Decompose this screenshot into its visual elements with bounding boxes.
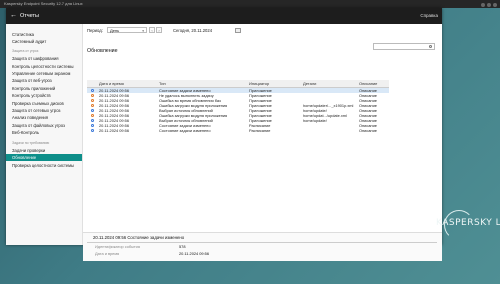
column-header-details[interactable]: Детали [303, 80, 316, 87]
info-status-icon [91, 119, 94, 122]
calendar-icon[interactable] [235, 28, 241, 33]
event-datetime-label: Дата и время [95, 251, 120, 256]
minimize-icon[interactable] [481, 3, 485, 7]
maximize-icon[interactable] [487, 3, 491, 7]
sidebar-item[interactable]: Контроль приложений [6, 85, 82, 92]
info-status-icon [91, 124, 94, 127]
table-header: Дата и время Тип Инициатор Детали Описан… [87, 80, 389, 88]
info-status-icon [91, 129, 94, 132]
report-content: Период: День ▾ ‹ › Сегодня, 20.11.2024 О… [83, 24, 442, 261]
chevron-right-icon: › [158, 28, 160, 33]
sidebar-item[interactable]: Контроль целостности системы [6, 63, 82, 70]
sidebar-section-header: Задачи по требованию [12, 140, 50, 145]
prev-period-button[interactable]: ‹ [149, 27, 155, 33]
sidebar-item[interactable]: Анализ поведения [6, 114, 82, 121]
sidebar-item[interactable]: Обновление [6, 154, 82, 162]
sidebar-item[interactable]: Проверка целостности системы [6, 162, 82, 169]
period-select[interactable]: День ▾ [107, 27, 147, 33]
column-header-type[interactable]: Тип [159, 80, 166, 87]
window-controls[interactable] [479, 2, 497, 10]
search-icon [429, 45, 432, 48]
app-header: ← Отчеты Справка [6, 8, 442, 24]
chevron-down-icon: ▾ [142, 29, 144, 33]
error-status-icon [91, 104, 94, 107]
period-value: День [110, 28, 120, 33]
cell-datetime: 20.11.2024 09:56 [99, 128, 129, 133]
event-id-label: Идентификатор события [95, 244, 140, 249]
column-header-datetime[interactable]: Дата и время [99, 80, 124, 87]
details-title: 20.11.2024 09:56 Состояние задачи измене… [93, 235, 185, 240]
event-datetime-value: 20.11.2024 09:56 [179, 251, 209, 256]
sidebar-item[interactable]: Статистика [6, 31, 82, 38]
help-link[interactable]: Справка [420, 8, 438, 24]
event-details-panel: 20.11.2024 09:56 Состояние задачи измене… [83, 233, 442, 261]
sidebar-item[interactable]: Веб-Контроль [6, 129, 82, 136]
reports-window: ← Отчеты Справка Статистика Системный ауд… [6, 8, 442, 261]
table-row[interactable]: 20.11.2024 09:56 Состояние задачи изменен… [87, 128, 389, 133]
sidebar-item[interactable]: Управление сетевым экраном [6, 70, 82, 77]
sidebar-item[interactable]: Защита от шифрования [6, 55, 82, 62]
error-status-icon [91, 114, 94, 117]
error-status-icon [91, 99, 94, 102]
sidebar-section-header: Защита от угроз [12, 48, 39, 53]
column-header-description[interactable]: Описание [359, 80, 377, 87]
report-toolbar: Период: День ▾ ‹ › Сегодня, 20.11.2024 [83, 24, 442, 50]
back-arrow-icon[interactable]: ← [10, 8, 17, 24]
details-separator [87, 242, 437, 243]
sidebar-item[interactable]: Защита от сетевых угроз [6, 107, 82, 114]
chevron-left-icon: ‹ [151, 28, 153, 33]
info-status-icon [91, 109, 94, 112]
close-icon[interactable] [493, 3, 497, 7]
event-id-value: 578 [179, 244, 186, 249]
cell-initiator: Расписание [249, 128, 271, 133]
search-input[interactable] [373, 43, 435, 50]
logo-wordmark: KASPERSKY LINUX [436, 218, 500, 228]
sidebar-item[interactable]: Защита от веб-угроз [6, 77, 82, 84]
error-status-icon [91, 94, 94, 97]
date-text: Сегодня, 20.11.2024 [173, 28, 213, 33]
cell-description: Описание [359, 128, 377, 133]
sidebar-item[interactable]: Защита от файловых угроз [6, 122, 82, 129]
column-header-initiator[interactable]: Инициатор [249, 80, 269, 87]
period-label: Период: [87, 28, 103, 33]
info-status-icon [91, 89, 94, 92]
reports-sidebar: Статистика Системный аудит Защита от угроз… [6, 24, 83, 245]
cell-type: Состояние задачи изменено [159, 128, 211, 133]
sidebar-item[interactable]: Системный аудит [6, 38, 82, 45]
next-period-button[interactable]: › [156, 27, 162, 33]
os-titlebar: Kaspersky Endpoint Security 12.7 для Lin… [0, 0, 500, 8]
kaspersky-logo: KASPERSKY LINUX [430, 206, 500, 242]
report-title: Обновление [87, 48, 118, 54]
os-window-title: Kaspersky Endpoint Security 12.7 для Lin… [4, 1, 83, 6]
sidebar-item[interactable]: Проверка съемных дисков [6, 100, 82, 107]
sidebar-item[interactable]: Задачи проверки [6, 147, 82, 154]
sidebar-item[interactable]: Контроль устройств [6, 92, 82, 99]
page-title: Отчеты [20, 13, 40, 19]
